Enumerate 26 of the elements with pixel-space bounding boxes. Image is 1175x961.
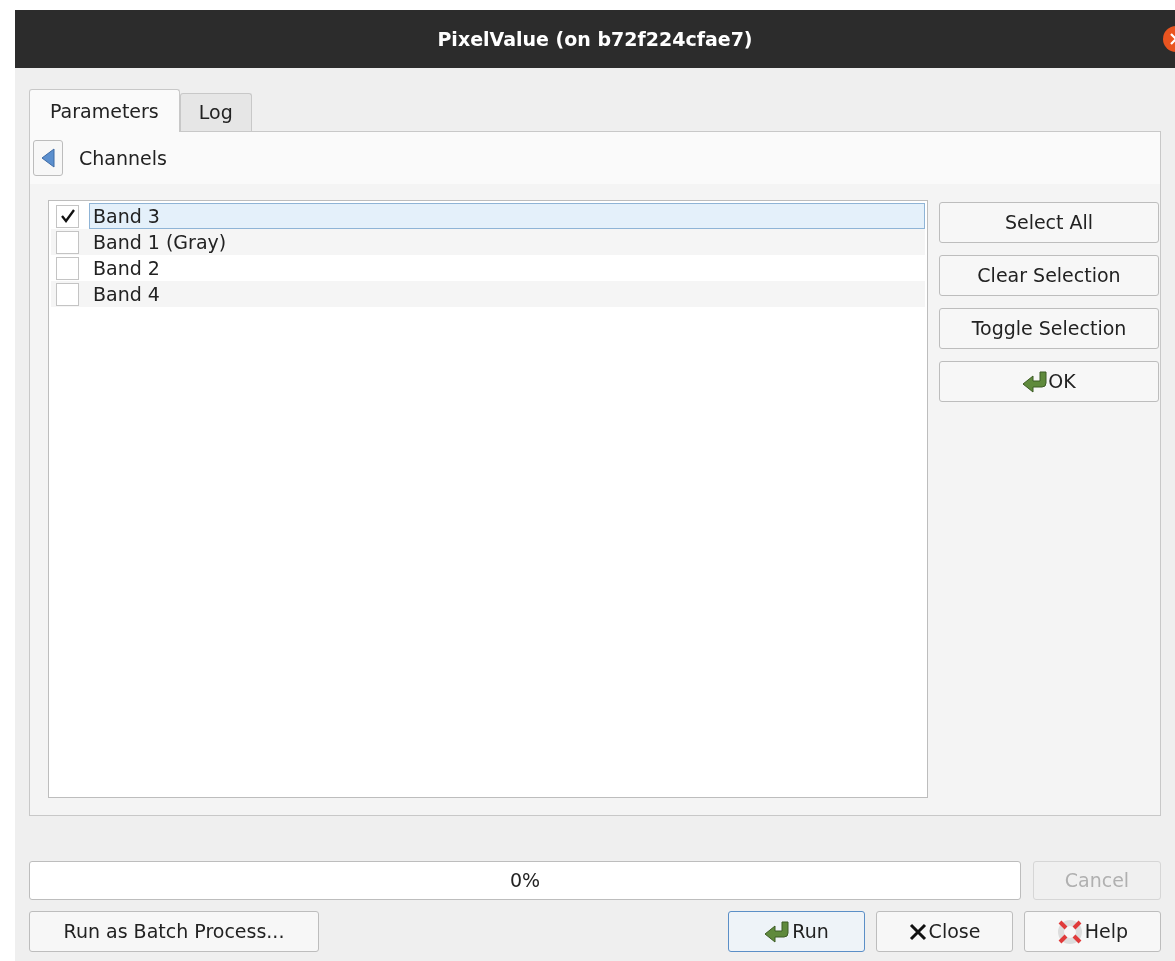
dialog-button[interactable]: Run [728,911,865,952]
dialog-button[interactable]: Help [1024,911,1161,952]
triangle-left-icon [41,148,55,168]
checkmark-icon [59,208,76,224]
panel-title: Channels [79,145,167,171]
side-button[interactable]: Select All [939,202,1159,243]
lifebuoy-icon [1056,918,1083,945]
side-button[interactable]: Toggle Selection [939,308,1159,349]
window-title: PixelValue (on b72f224cfae7) [437,26,753,52]
checkbox[interactable] [56,230,79,254]
side-button[interactable]: Clear Selection [939,255,1159,296]
checkbox[interactable] [56,282,79,306]
bent-arrow-icon [764,920,791,943]
bent-arrow-icon [1022,370,1049,393]
checkbox[interactable] [56,204,79,228]
checkbox[interactable] [56,256,79,280]
tab[interactable]: Parameters [29,89,180,132]
dialog-button[interactable]: Close [876,911,1013,952]
close-icon [908,922,927,941]
side-button[interactable]: OK [939,361,1159,402]
progress-reading: 0% [509,868,541,894]
list-item[interactable]: Band 2 [89,255,925,281]
batch-process-button[interactable]: Run as Batch Process... [29,911,319,952]
tab[interactable]: Log [179,93,252,131]
list-item[interactable]: Band 3 [89,203,925,229]
back-button[interactable] [33,140,63,176]
